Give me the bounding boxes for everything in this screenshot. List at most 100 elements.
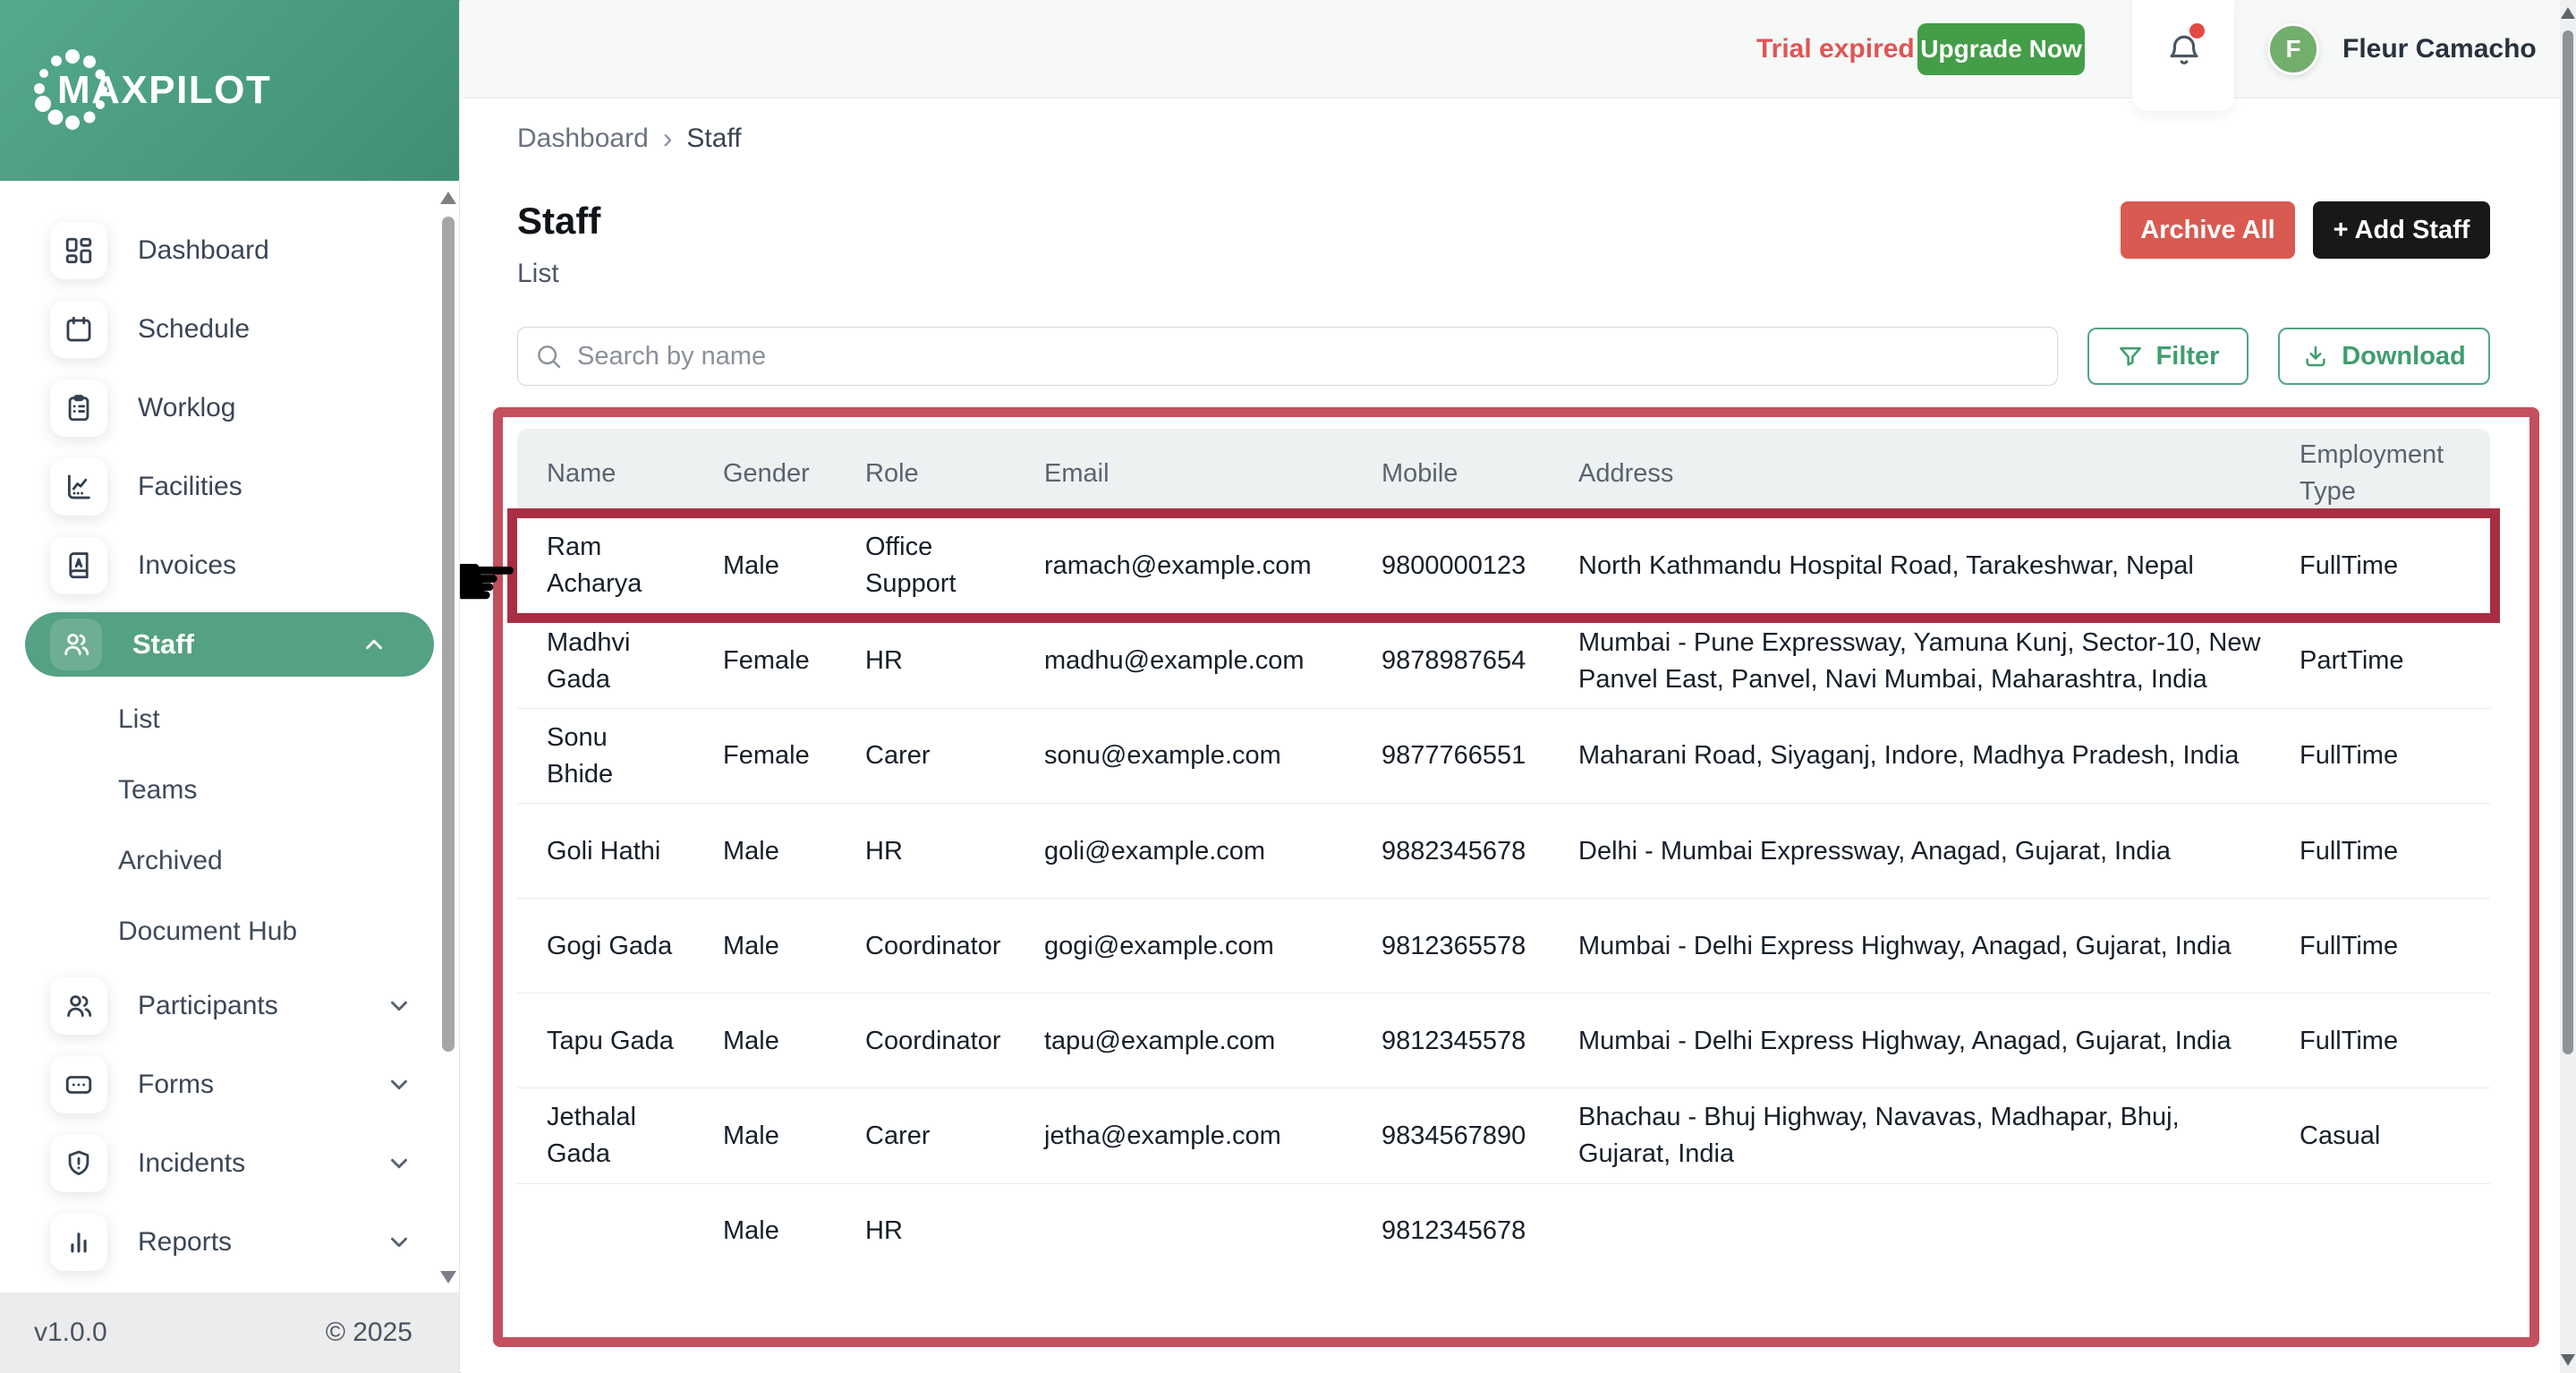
topbar: Trial expired Upgrade Now F Fleur Camach… (461, 0, 2576, 111)
cell-email: madhu@example.com (1044, 646, 1305, 676)
sidebar-scroll-up-arrow[interactable] (440, 192, 456, 204)
page-scroll-down-arrow[interactable] (2561, 1354, 2575, 1366)
download-icon (2302, 343, 2329, 370)
cell-email: gogi@example.com (1044, 931, 1274, 960)
sidebar-subitem-teams[interactable]: Teams (0, 755, 459, 825)
sidebar-item-label: Participants (138, 991, 278, 1020)
cell-email: sonu@example.com (1044, 741, 1281, 771)
table-row[interactable]: Goli Hathi Male HR goli@example.com 9882… (517, 803, 2490, 899)
sidebar: MAXPILOT Dashboard Schedule Worklog Faci… (0, 0, 460, 1373)
cell-name: Madhvi Gada (547, 628, 631, 694)
chevron-up-icon (361, 631, 387, 658)
archive-all-button[interactable]: Archive All (2121, 201, 2295, 259)
submenu-label: List (118, 704, 160, 734)
sidebar-nav: Dashboard Schedule Worklog Facilities In… (0, 181, 459, 1282)
cell-gender: Male (723, 1121, 779, 1150)
search-box (517, 327, 2058, 386)
cell-address: North Kathmandu Hospital Road, Tarakeshw… (1578, 550, 2194, 580)
sidebar-item-invoices[interactable]: Invoices (0, 526, 459, 605)
cell-role: HR (865, 836, 903, 866)
chevron-down-icon (386, 1229, 412, 1256)
header-gender: Gender (723, 458, 810, 488)
sidebar-item-reports[interactable]: Reports (0, 1203, 459, 1282)
breadcrumb-dashboard[interactable]: Dashboard (517, 124, 649, 154)
table-row[interactable]: Sonu Bhide Female Carer sonu@example.com… (517, 708, 2490, 804)
sidebar-item-label: Staff (132, 628, 194, 660)
cell-mobile: 9800000123 (1382, 550, 1526, 580)
table-row[interactable]: Jethalal Gada Male Carer jetha@example.c… (517, 1087, 2490, 1183)
sidebar-item-facilities[interactable]: Facilities (0, 448, 459, 526)
cell-mobile: 9882345678 (1382, 836, 1526, 866)
cell-name: Sonu Bhide (547, 723, 614, 789)
header-email: Email (1044, 458, 1109, 488)
chart-building-icon (50, 458, 107, 516)
sidebar-scrollbar-thumb[interactable] (442, 217, 455, 1052)
cell-email: jetha@example.com (1044, 1121, 1281, 1150)
submenu-label: Archived (118, 845, 223, 875)
form-card-icon (50, 1056, 107, 1113)
staff-people-icon (50, 618, 102, 670)
sidebar-item-worklog[interactable]: Worklog (0, 369, 459, 448)
app-version: v1.0.0 (34, 1318, 107, 1347)
header-address: Address (1578, 458, 1674, 488)
sidebar-item-dashboard[interactable]: Dashboard (0, 211, 459, 290)
cell-mobile: 9812345678 (1382, 1215, 1526, 1245)
sidebar-item-schedule[interactable]: Schedule (0, 290, 459, 369)
sidebar-subitem-document-hub[interactable]: Document Hub (0, 896, 459, 967)
cell-email: ramach@example.com (1044, 550, 1312, 580)
page-scrollbar[interactable] (2560, 0, 2576, 1373)
sidebar-item-forms[interactable]: Forms (0, 1045, 459, 1124)
cell-role: Coordinator (865, 931, 1001, 960)
cell-employment: FullTime (2300, 1026, 2399, 1055)
search-input[interactable] (577, 341, 2057, 371)
cell-employment: Casual (2300, 1121, 2381, 1150)
cell-role: Office Support (865, 533, 956, 598)
cell-mobile: 9878987654 (1382, 646, 1526, 676)
user-name[interactable]: Fleur Camacho (2342, 0, 2537, 98)
download-button[interactable]: Download (2278, 328, 2490, 385)
avatar-initial: F (2285, 35, 2301, 63)
sidebar-item-staff[interactable]: Staff (25, 612, 434, 677)
logo[interactable]: MAXPILOT (0, 0, 459, 181)
sidebar-item-label: Reports (138, 1227, 233, 1257)
copyright: © 2025 (325, 1318, 412, 1347)
page-scrollbar-thumb[interactable] (2563, 30, 2573, 1054)
cell-role: Carer (865, 1121, 931, 1150)
avatar[interactable]: F (2267, 23, 2319, 75)
filter-label: Filter (2155, 341, 2220, 371)
filter-button[interactable]: Filter (2087, 328, 2249, 385)
sidebar-item-label: Forms (138, 1070, 214, 1099)
table-row[interactable]: Ram Acharya Male Office Support ramach@e… (517, 518, 2490, 613)
sidebar-item-participants[interactable]: Participants (0, 967, 459, 1045)
breadcrumb: Dashboard › Staff (517, 122, 2490, 155)
table-row[interactable]: Tapu Gada Male Coordinator tapu@example.… (517, 993, 2490, 1088)
chevron-down-icon (386, 1150, 412, 1177)
title-row: Staff List Archive All + Add Staff (517, 200, 2490, 289)
pointing-hand-icon: ☛ (451, 537, 521, 627)
sidebar-subitem-list[interactable]: List (0, 684, 459, 755)
chevron-down-icon (386, 1071, 412, 1098)
dashboard-icon (50, 222, 107, 279)
add-staff-button[interactable]: + Add Staff (2313, 201, 2490, 259)
cell-address: Mumbai - Pune Expressway, Yamuna Kunj, S… (1578, 628, 2261, 694)
shield-alert-icon (50, 1135, 107, 1192)
cell-gender: Female (723, 646, 810, 676)
table-row[interactable]: Gogi Gada Male Coordinator gogi@example.… (517, 898, 2490, 994)
sidebar-scroll-down-arrow[interactable] (440, 1271, 456, 1283)
header-role: Role (865, 458, 919, 488)
cell-name: Goli Hathi (547, 836, 661, 866)
logo-text: MAXPILOT (57, 68, 272, 112)
clipboard-icon (50, 379, 107, 437)
cell-address: Maharani Road, Siyaganj, Indore, Madhya … (1578, 741, 2240, 771)
upgrade-now-button[interactable]: Upgrade Now (1917, 23, 2085, 75)
sidebar-item-incidents[interactable]: Incidents (0, 1124, 459, 1203)
cell-address: Mumbai - Delhi Express Highway, Anagad, … (1578, 931, 2232, 960)
trial-expired-text: Trial expired (1756, 34, 1915, 64)
sidebar-subitem-archived[interactable]: Archived (0, 825, 459, 896)
cell-address: Mumbai - Delhi Express Highway, Anagad, … (1578, 1026, 2232, 1055)
bar-chart-icon (50, 1214, 107, 1271)
page-scroll-up-arrow[interactable] (2561, 7, 2575, 19)
table-row[interactable]: Madhvi Gada Female HR madhu@example.com … (517, 613, 2490, 709)
cell-employment: FullTime (2300, 931, 2399, 960)
table-row[interactable]: Male HR 9812345678 (517, 1182, 2490, 1278)
